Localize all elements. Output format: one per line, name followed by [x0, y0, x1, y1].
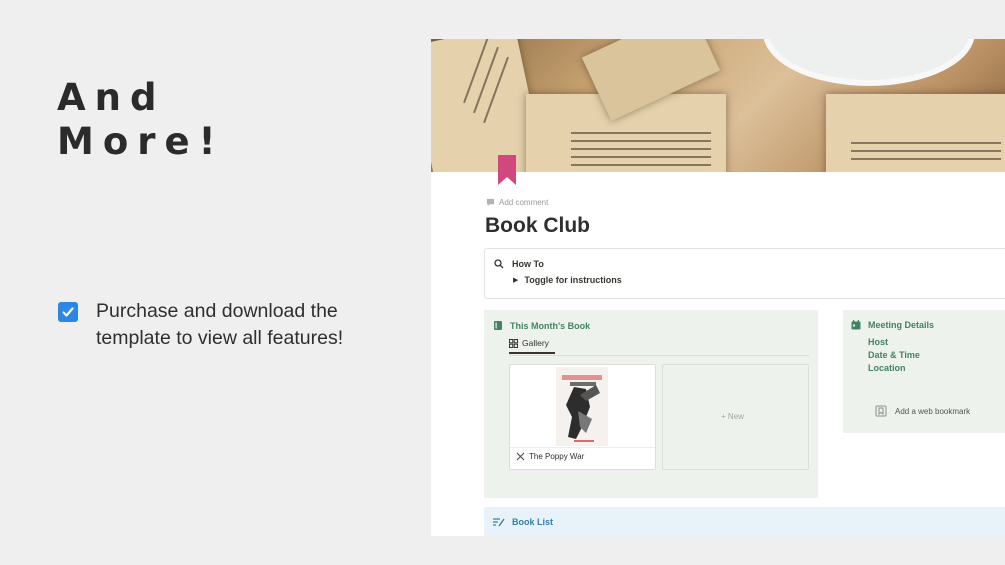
- tab-gallery[interactable]: Gallery: [509, 338, 555, 354]
- feature-item: Purchase and download the template to vi…: [58, 298, 386, 352]
- meeting-location[interactable]: Location: [868, 363, 906, 373]
- add-comment-button[interactable]: Add comment: [486, 198, 548, 207]
- book-list-heading[interactable]: Book List: [512, 517, 553, 527]
- book-list-heading-row: Book List: [493, 517, 553, 527]
- howto-heading-row: How To: [494, 259, 544, 269]
- new-card-button[interactable]: + New: [662, 364, 809, 470]
- headline-line-2: More!: [57, 120, 225, 163]
- book-cover-image: [556, 367, 608, 446]
- add-web-bookmark-button[interactable]: Add a web bookmark: [875, 405, 970, 417]
- howto-callout: How To ▶ Toggle for instructions: [484, 248, 1005, 299]
- gallery-card[interactable]: The Poppy War: [509, 364, 656, 470]
- tab-divider: [509, 355, 809, 356]
- this-month-book-section: This Month's Book Gallery The Poppy War …: [484, 310, 818, 498]
- card-title: The Poppy War: [529, 452, 585, 461]
- book-icon: [494, 321, 502, 330]
- feature-text: Purchase and download the template to vi…: [96, 300, 344, 349]
- tab-gallery-label: Gallery: [522, 338, 549, 348]
- toggle-label: Toggle for instructions: [524, 275, 622, 285]
- toggle-instructions[interactable]: ▶ Toggle for instructions: [513, 275, 622, 285]
- card-caption: The Poppy War: [516, 452, 584, 461]
- list-edit-icon: [493, 518, 505, 527]
- headline-line-1: And: [57, 76, 166, 119]
- add-comment-label: Add comment: [499, 198, 549, 207]
- card-cover: [510, 365, 655, 448]
- bookmark-page-icon: [498, 155, 516, 185]
- crossed-swords-icon: [516, 452, 525, 461]
- meeting-date-time[interactable]: Date & Time: [868, 350, 920, 360]
- meeting-heading-row: Meeting Details: [851, 320, 934, 330]
- search-icon: [494, 259, 504, 269]
- meeting-host[interactable]: Host: [868, 337, 888, 347]
- toggle-triangle-icon[interactable]: ▶: [513, 276, 518, 284]
- headline: And More!: [57, 76, 224, 164]
- add-web-bookmark-label: Add a web bookmark: [895, 406, 971, 416]
- gallery-icon: [509, 338, 518, 348]
- howto-heading: How To: [512, 259, 544, 269]
- notion-page-preview: Add comment Book Club How To ▶ Toggle fo…: [431, 39, 1005, 536]
- new-card-label: + New: [721, 412, 744, 421]
- meeting-heading: Meeting Details: [868, 320, 935, 330]
- this-month-heading: This Month's Book: [510, 320, 591, 331]
- this-month-heading-row: This Month's Book: [493, 320, 590, 331]
- comment-icon: [486, 198, 495, 207]
- book-list-section: Book List: [484, 507, 1005, 536]
- bookmark-icon: [875, 405, 887, 417]
- checkbox-icon: [58, 302, 78, 322]
- page-title[interactable]: Book Club: [485, 214, 590, 238]
- calendar-icon: [851, 320, 861, 330]
- meeting-details-section: Meeting Details Host Date & Time Locatio…: [843, 310, 1005, 433]
